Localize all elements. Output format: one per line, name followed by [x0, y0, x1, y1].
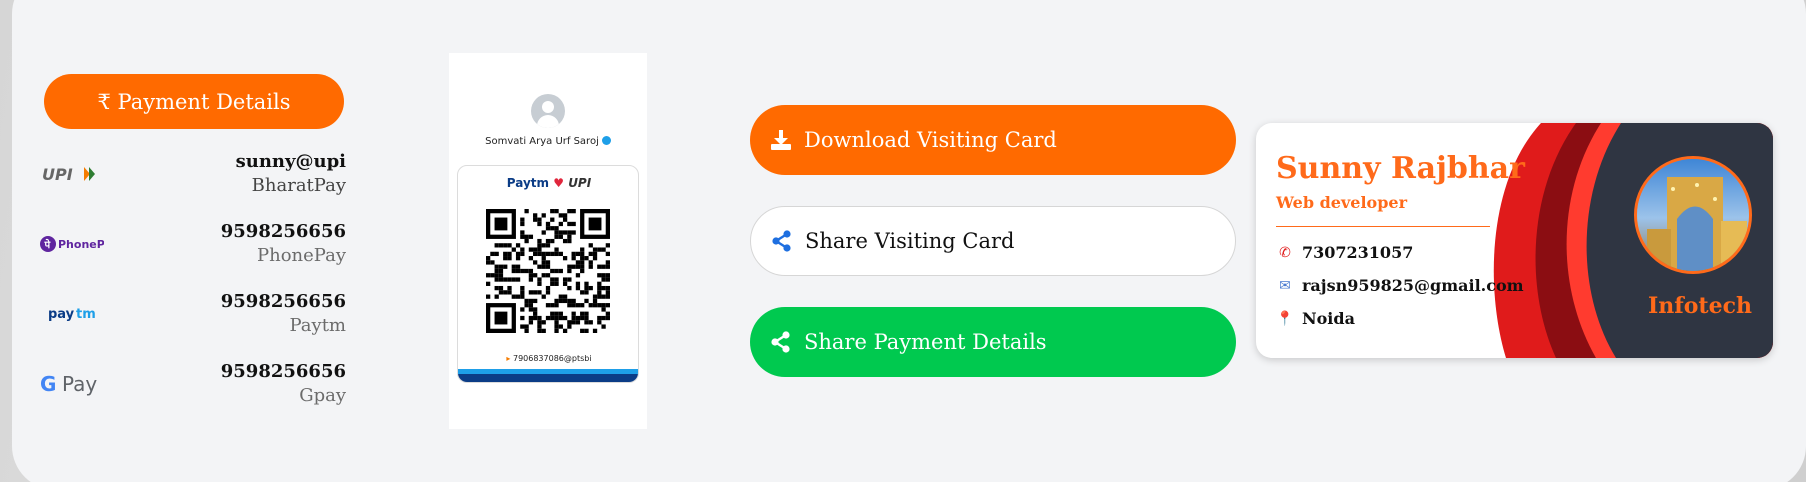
card-divider	[1276, 226, 1490, 227]
share-icon	[772, 230, 791, 252]
paytm-logo: pay tm	[40, 296, 100, 332]
qr-code-card: Somvati Arya Urf Saroj Paytm ♥ UPI ▸ 790…	[449, 53, 647, 429]
qr-owner-name: Somvati Arya Urf Saroj	[449, 136, 647, 147]
payment-provider: Paytm	[289, 315, 346, 336]
svg-text:pay: pay	[48, 307, 75, 322]
payment-method-phonepe: पे PhonePe 9598256656 PhonePay	[40, 220, 346, 272]
card-phone-row: ✆ 7307231057	[1276, 243, 1413, 262]
payment-id: 9598256656	[220, 221, 346, 242]
card-email: rajsn959825@gmail.com	[1302, 276, 1524, 295]
verified-icon	[601, 136, 611, 145]
card-role: Web developer	[1276, 193, 1407, 212]
payment-method-upi: UPI sunny@upi BharatPay	[40, 150, 346, 202]
payment-id: 9598256656	[220, 291, 346, 312]
location-pin-icon: 📍	[1276, 310, 1294, 327]
upi-logo: UPI	[40, 156, 100, 192]
payment-details-button[interactable]: ₹ Payment Details	[44, 74, 344, 129]
svg-text:tm: tm	[76, 307, 96, 322]
payment-details-label: ₹ Payment Details	[97, 89, 291, 114]
svg-text:G: G	[40, 372, 56, 396]
payment-method-gpay: G Pay 9598256656 Gpay	[40, 360, 346, 412]
avatar-icon	[531, 94, 565, 128]
heart-icon: ♥	[553, 176, 564, 190]
card-email-row: ✉ rajsn959825@gmail.com	[1276, 276, 1524, 295]
qr-inner-card: Paytm ♥ UPI ▸ 7906837086@ptsbi	[457, 165, 639, 383]
gpay-logo: G Pay	[40, 366, 104, 402]
share-payment-details-button[interactable]: Share Payment Details	[750, 307, 1236, 377]
payment-provider: BharatPay	[251, 175, 346, 196]
card-company: Infotech	[1648, 293, 1752, 319]
brand-upi: UPI	[568, 176, 592, 190]
payment-provider: Gpay	[299, 385, 346, 406]
brand-paytm: Paytm	[506, 176, 550, 190]
email-icon: ✉	[1279, 277, 1291, 294]
svg-text:Pay: Pay	[62, 372, 97, 396]
svg-text:PhonePe: PhonePe	[58, 238, 104, 251]
payment-id: 9598256656	[220, 361, 346, 382]
qr-stripe-dark	[458, 374, 638, 382]
share-visiting-card-button[interactable]: Share Visiting Card	[750, 206, 1236, 276]
card-phone: 7307231057	[1302, 243, 1414, 262]
share-card-label: Share Visiting Card	[805, 229, 1015, 253]
payment-id: sunny@upi	[235, 151, 346, 172]
share-icon	[771, 331, 790, 353]
card-profile-photo	[1634, 156, 1752, 274]
qr-handle-text: 7906837086@ptsbi	[512, 354, 592, 363]
card-location-row: 📍 Noida	[1276, 309, 1355, 328]
visiting-card-preview: Sunny Rajbhar Web developer ✆ 7307231057…	[1256, 123, 1773, 358]
svg-text:UPI: UPI	[42, 165, 73, 184]
qr-owner-label: Somvati Arya Urf Saroj	[485, 136, 599, 147]
share-payment-label: Share Payment Details	[804, 330, 1047, 354]
download-icon	[771, 130, 791, 150]
download-visiting-card-button[interactable]: Download Visiting Card	[750, 105, 1236, 175]
qr-upi-handle: ▸ 7906837086@ptsbi	[506, 354, 592, 363]
card-location: Noida	[1302, 309, 1355, 328]
qr-code-image	[486, 209, 610, 333]
payment-method-paytm: pay tm 9598256656 Paytm	[40, 290, 346, 342]
card-name: Sunny Rajbhar	[1276, 151, 1525, 186]
phone-icon: ✆	[1279, 244, 1291, 261]
phonepe-logo: पे PhonePe	[40, 226, 104, 262]
paytm-upi-brand: Paytm ♥ UPI	[458, 176, 638, 190]
payment-provider: PhonePay	[257, 245, 346, 266]
download-label: Download Visiting Card	[804, 128, 1057, 152]
